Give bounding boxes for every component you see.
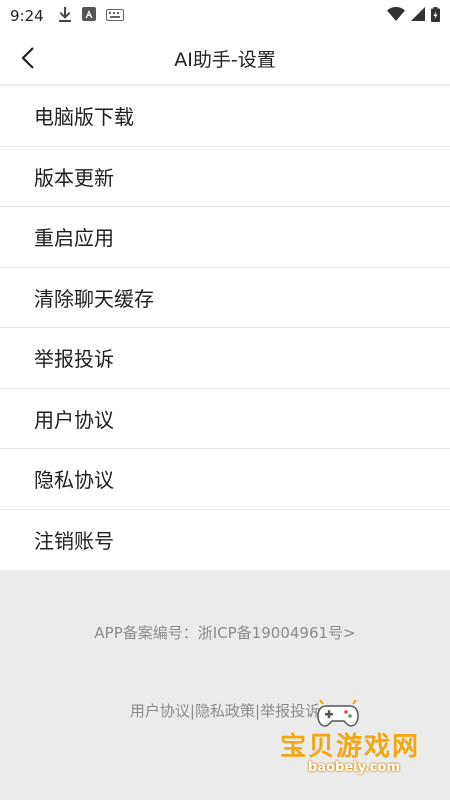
footer: APP备案编号：浙ICP备19004961号> 用户协议|隐私政策|举报投诉 宝… — [0, 570, 450, 800]
a-app-icon — [81, 7, 96, 25]
menu-item-version-update[interactable]: 版本更新 — [0, 147, 450, 207]
menu-item-user-agreement[interactable]: 用户协议 — [0, 389, 450, 449]
wifi-icon — [387, 7, 405, 25]
app-header: AI助手-设置 — [0, 32, 450, 84]
watermark: 宝贝游戏网 baobeiy.com — [260, 698, 420, 778]
footer-link-user-agreement[interactable]: 用户协议 — [130, 702, 190, 720]
menu-item-delete-account[interactable]: 注销账号 — [0, 510, 450, 571]
status-bar: 9:24 — [0, 0, 450, 32]
chevron-left-icon — [21, 47, 34, 69]
menu-item-desktop-download[interactable]: 电脑版下载 — [0, 86, 450, 147]
watermark-text: 宝贝游戏网 — [280, 732, 421, 762]
download-icon — [58, 6, 72, 26]
signal-icon — [411, 7, 425, 25]
icp-record-link[interactable]: APP备案编号：浙ICP备19004961号> — [0, 622, 450, 643]
menu-item-privacy-agreement[interactable]: 隐私协议 — [0, 449, 450, 510]
back-button[interactable] — [14, 44, 42, 72]
gamepad-icon — [317, 699, 359, 727]
menu-item-restart-app[interactable]: 重启应用 — [0, 207, 450, 268]
settings-menu: 电脑版下载 版本更新 重启应用 清除聊天缓存 举报投诉 用户协议 隐私协议 注销… — [0, 86, 450, 570]
footer-link-privacy-policy[interactable]: 隐私政策 — [195, 702, 255, 720]
keyboard-icon — [105, 7, 124, 25]
status-time: 9:24 — [10, 7, 44, 25]
battery-icon — [431, 6, 440, 26]
menu-item-clear-chat-cache[interactable]: 清除聊天缓存 — [0, 268, 450, 328]
menu-item-report[interactable]: 举报投诉 — [0, 328, 450, 389]
page-title: AI助手-设置 — [174, 48, 276, 71]
watermark-url: baobeiy.com — [308, 760, 400, 775]
